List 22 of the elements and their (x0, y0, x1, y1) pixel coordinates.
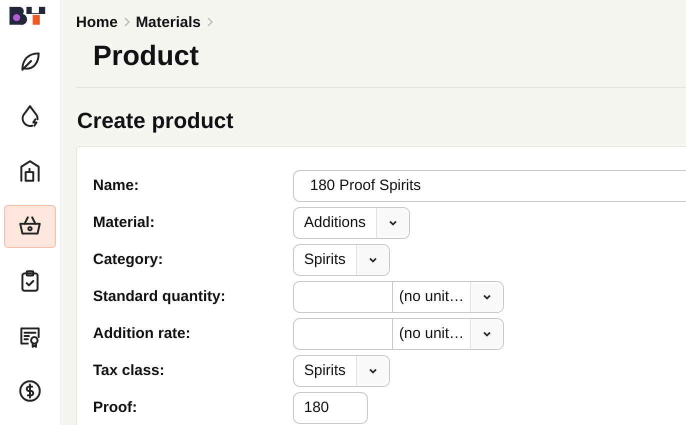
field-label: Proof: (93, 399, 138, 416)
field-label: Category: (93, 251, 164, 268)
select-dropdown[interactable]: Spirits (293, 354, 390, 386)
field-label: Material: (93, 214, 156, 231)
breadcrumb-link[interactable]: Home (76, 14, 118, 30)
quantity-field[interactable]: (no unit… (293, 280, 504, 312)
select-dropdown[interactable]: Additions (293, 206, 410, 238)
select-dropdown[interactable]: Spirits (293, 244, 390, 276)
field-label: Name: (93, 177, 140, 194)
field-label: Standard quantity: (93, 288, 227, 305)
field-label: Addition rate: (93, 325, 192, 342)
page-title: Product (93, 39, 200, 73)
nav-item[interactable] (4, 204, 56, 248)
proof-field[interactable]: 180 (293, 392, 368, 424)
quantity-field[interactable]: (no unit… (293, 318, 504, 350)
name-field[interactable]: 180 Proof Spirits (293, 170, 686, 202)
breadcrumb-link[interactable]: Materials (136, 14, 201, 30)
chevron-right-icon (124, 17, 130, 27)
chevron-right-icon (206, 17, 213, 27)
field-label: Tax class: (93, 362, 166, 379)
section-title: Create product (77, 108, 234, 134)
coin-icon (17, 378, 43, 404)
